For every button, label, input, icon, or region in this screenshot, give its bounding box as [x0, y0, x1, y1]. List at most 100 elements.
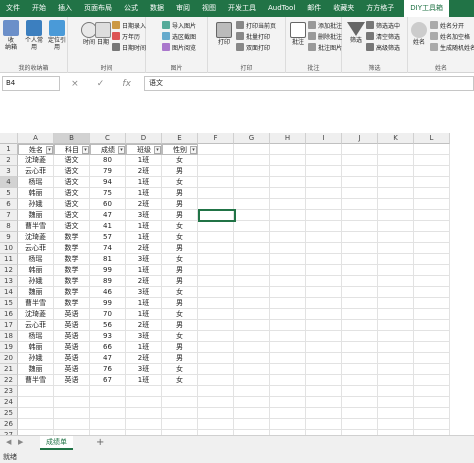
- table-cell[interactable]: 3班: [126, 331, 162, 342]
- cancel-icon[interactable]: ×: [71, 79, 79, 89]
- row-header-8[interactable]: 8: [0, 221, 18, 232]
- cell[interactable]: [306, 254, 342, 265]
- table-cell[interactable]: 数学: [54, 287, 90, 298]
- table-cell[interactable]: 94: [90, 177, 126, 188]
- row-header-7[interactable]: 7: [0, 210, 18, 221]
- table-cell[interactable]: 1班: [126, 177, 162, 188]
- cell[interactable]: [378, 210, 414, 221]
- cell[interactable]: [198, 353, 234, 364]
- table-cell[interactable]: 男: [162, 210, 198, 221]
- table-cell[interactable]: 99: [90, 265, 126, 276]
- cell[interactable]: [270, 287, 306, 298]
- cell[interactable]: [270, 199, 306, 210]
- row-header-23[interactable]: 23: [0, 386, 18, 397]
- cell[interactable]: [378, 276, 414, 287]
- cell[interactable]: [270, 210, 306, 221]
- cell[interactable]: [414, 155, 450, 166]
- table-cell[interactable]: 76: [90, 364, 126, 375]
- cell[interactable]: [342, 210, 378, 221]
- cell[interactable]: [342, 177, 378, 188]
- cell[interactable]: [234, 144, 270, 155]
- cell[interactable]: [342, 419, 378, 430]
- cell[interactable]: [414, 210, 450, 221]
- cell[interactable]: [342, 243, 378, 254]
- cell[interactable]: [126, 397, 162, 408]
- cell[interactable]: [234, 320, 270, 331]
- table-cell[interactable]: 1班: [126, 375, 162, 386]
- cell[interactable]: [162, 408, 198, 419]
- table-cell[interactable]: 杨瑶: [18, 331, 54, 342]
- cell[interactable]: [270, 265, 306, 276]
- cell[interactable]: [54, 419, 90, 430]
- cell[interactable]: [162, 397, 198, 408]
- row-header-17[interactable]: 17: [0, 320, 18, 331]
- table-cell[interactable]: 魏丽: [18, 287, 54, 298]
- cell[interactable]: [306, 188, 342, 199]
- table-cell[interactable]: 韩丽: [18, 342, 54, 353]
- cell[interactable]: [342, 397, 378, 408]
- cell[interactable]: [378, 199, 414, 210]
- table-cell[interactable]: 3班: [126, 210, 162, 221]
- tab-7[interactable]: 视图: [196, 0, 222, 17]
- cell[interactable]: [270, 254, 306, 265]
- table-header-cell[interactable]: 性别 ▾: [162, 144, 198, 155]
- cell[interactable]: [342, 386, 378, 397]
- table-cell[interactable]: 1班: [126, 155, 162, 166]
- cell[interactable]: [414, 177, 450, 188]
- row-header-14[interactable]: 14: [0, 287, 18, 298]
- print-current-page-button[interactable]: 打印当前页: [236, 20, 276, 30]
- table-cell[interactable]: 魏丽: [18, 210, 54, 221]
- row-header-1[interactable]: 1: [0, 144, 18, 155]
- cell[interactable]: [198, 144, 234, 155]
- cell[interactable]: [90, 419, 126, 430]
- cell[interactable]: [234, 375, 270, 386]
- table-cell[interactable]: 74: [90, 243, 126, 254]
- cell[interactable]: [234, 254, 270, 265]
- cell[interactable]: [270, 386, 306, 397]
- filter-selected-button[interactable]: 筛选选中: [366, 20, 400, 30]
- cell[interactable]: [378, 177, 414, 188]
- row-header-2[interactable]: 2: [0, 155, 18, 166]
- cell[interactable]: [54, 386, 90, 397]
- cell[interactable]: [342, 298, 378, 309]
- table-cell[interactable]: 云心菲: [18, 166, 54, 177]
- formula-input[interactable]: 语文: [144, 76, 474, 91]
- cell[interactable]: [378, 353, 414, 364]
- cell[interactable]: [270, 188, 306, 199]
- datetime-button[interactable]: 日期时间: [112, 42, 146, 52]
- cell[interactable]: [234, 353, 270, 364]
- column-header-G[interactable]: G: [234, 133, 270, 144]
- cell[interactable]: [198, 155, 234, 166]
- table-cell[interactable]: 2班: [126, 199, 162, 210]
- cell[interactable]: [342, 309, 378, 320]
- table-cell[interactable]: 女: [162, 155, 198, 166]
- cell[interactable]: [270, 177, 306, 188]
- cell[interactable]: [18, 408, 54, 419]
- cell[interactable]: [378, 166, 414, 177]
- tab-2[interactable]: 插入: [52, 0, 78, 17]
- cell[interactable]: [414, 265, 450, 276]
- cell[interactable]: [342, 221, 378, 232]
- cell[interactable]: [342, 408, 378, 419]
- cell[interactable]: [234, 155, 270, 166]
- delete-comment-button[interactable]: 删除批注: [308, 31, 342, 41]
- tab-10[interactable]: 邮件: [301, 0, 327, 17]
- table-cell[interactable]: 男: [162, 265, 198, 276]
- cell[interactable]: [270, 232, 306, 243]
- filter-dropdown-icon[interactable]: ▾: [118, 146, 125, 154]
- cell[interactable]: [306, 155, 342, 166]
- table-cell[interactable]: 2班: [126, 243, 162, 254]
- cell[interactable]: [270, 375, 306, 386]
- cell[interactable]: [342, 364, 378, 375]
- table-cell[interactable]: 60: [90, 199, 126, 210]
- table-cell[interactable]: 46: [90, 287, 126, 298]
- table-cell[interactable]: 曹半雪: [18, 375, 54, 386]
- cell[interactable]: [378, 254, 414, 265]
- table-cell[interactable]: 沈琦菱: [18, 309, 54, 320]
- cell[interactable]: [198, 243, 234, 254]
- cell[interactable]: [414, 331, 450, 342]
- filter-dropdown-icon[interactable]: ▾: [46, 146, 53, 154]
- table-cell[interactable]: 93: [90, 331, 126, 342]
- cell[interactable]: [198, 309, 234, 320]
- date-button[interactable]: 日期: [94, 22, 112, 46]
